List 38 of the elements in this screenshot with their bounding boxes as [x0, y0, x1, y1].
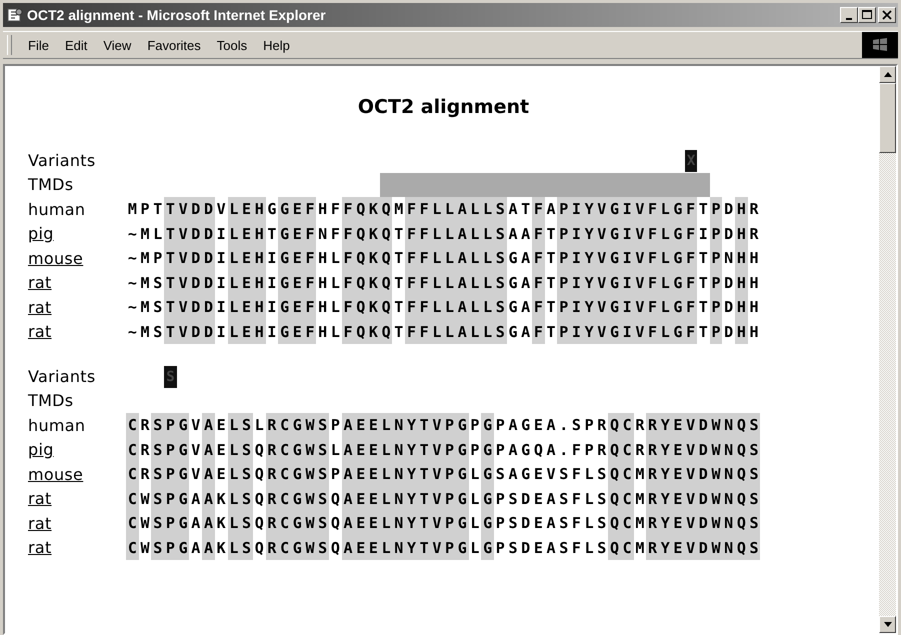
- menu-item[interactable]: File: [20, 38, 57, 52]
- species-link[interactable]: rat: [28, 514, 126, 533]
- menu-item[interactable]: View: [95, 38, 140, 52]
- down-arrow-icon: [884, 622, 892, 627]
- browser-icon: [7, 7, 23, 23]
- menu-item[interactable]: Tools: [208, 38, 256, 52]
- species-link[interactable]: mouse: [28, 464, 126, 484]
- minimize-button[interactable]: [840, 7, 858, 23]
- species-label: human: [28, 200, 86, 219]
- scroll-up-button[interactable]: [879, 66, 896, 83]
- close-icon: [882, 10, 892, 20]
- window-title: OCT2 alignment - Microsoft Internet Explorer: [27, 7, 326, 23]
- menu-item[interactable]: Help: [255, 38, 298, 52]
- species-link[interactable]: rat: [28, 489, 126, 508]
- track-label: Variants: [28, 150, 96, 170]
- maximize-icon: [862, 10, 872, 20]
- species-link[interactable]: rat: [28, 298, 126, 317]
- track-label: TMDs: [28, 175, 74, 194]
- scroll-thumb[interactable]: [879, 83, 896, 153]
- species-link[interactable]: pig: [28, 440, 126, 460]
- close-button[interactable]: [878, 7, 896, 23]
- page-heading: OCT2 alignment: [356, 96, 530, 118]
- species-link[interactable]: pig: [28, 224, 126, 244]
- track-label: Variants: [28, 366, 96, 386]
- windows-logo-icon: [862, 32, 898, 58]
- maximize-button[interactable]: [858, 7, 876, 23]
- species-link[interactable]: rat: [28, 322, 126, 342]
- scroll-down-button[interactable]: [879, 616, 896, 633]
- species-link[interactable]: rat: [28, 273, 126, 292]
- menu-item[interactable]: Edit: [56, 38, 96, 52]
- track-label: TMDs: [28, 391, 74, 410]
- scrollbar[interactable]: [879, 66, 896, 633]
- species-label: human: [28, 416, 86, 435]
- minimize-icon: [846, 18, 852, 20]
- species-link[interactable]: rat: [28, 538, 126, 558]
- up-arrow-icon: [884, 72, 892, 77]
- species-link[interactable]: mouse: [28, 248, 126, 268]
- menu-item[interactable]: Favorites: [139, 38, 209, 52]
